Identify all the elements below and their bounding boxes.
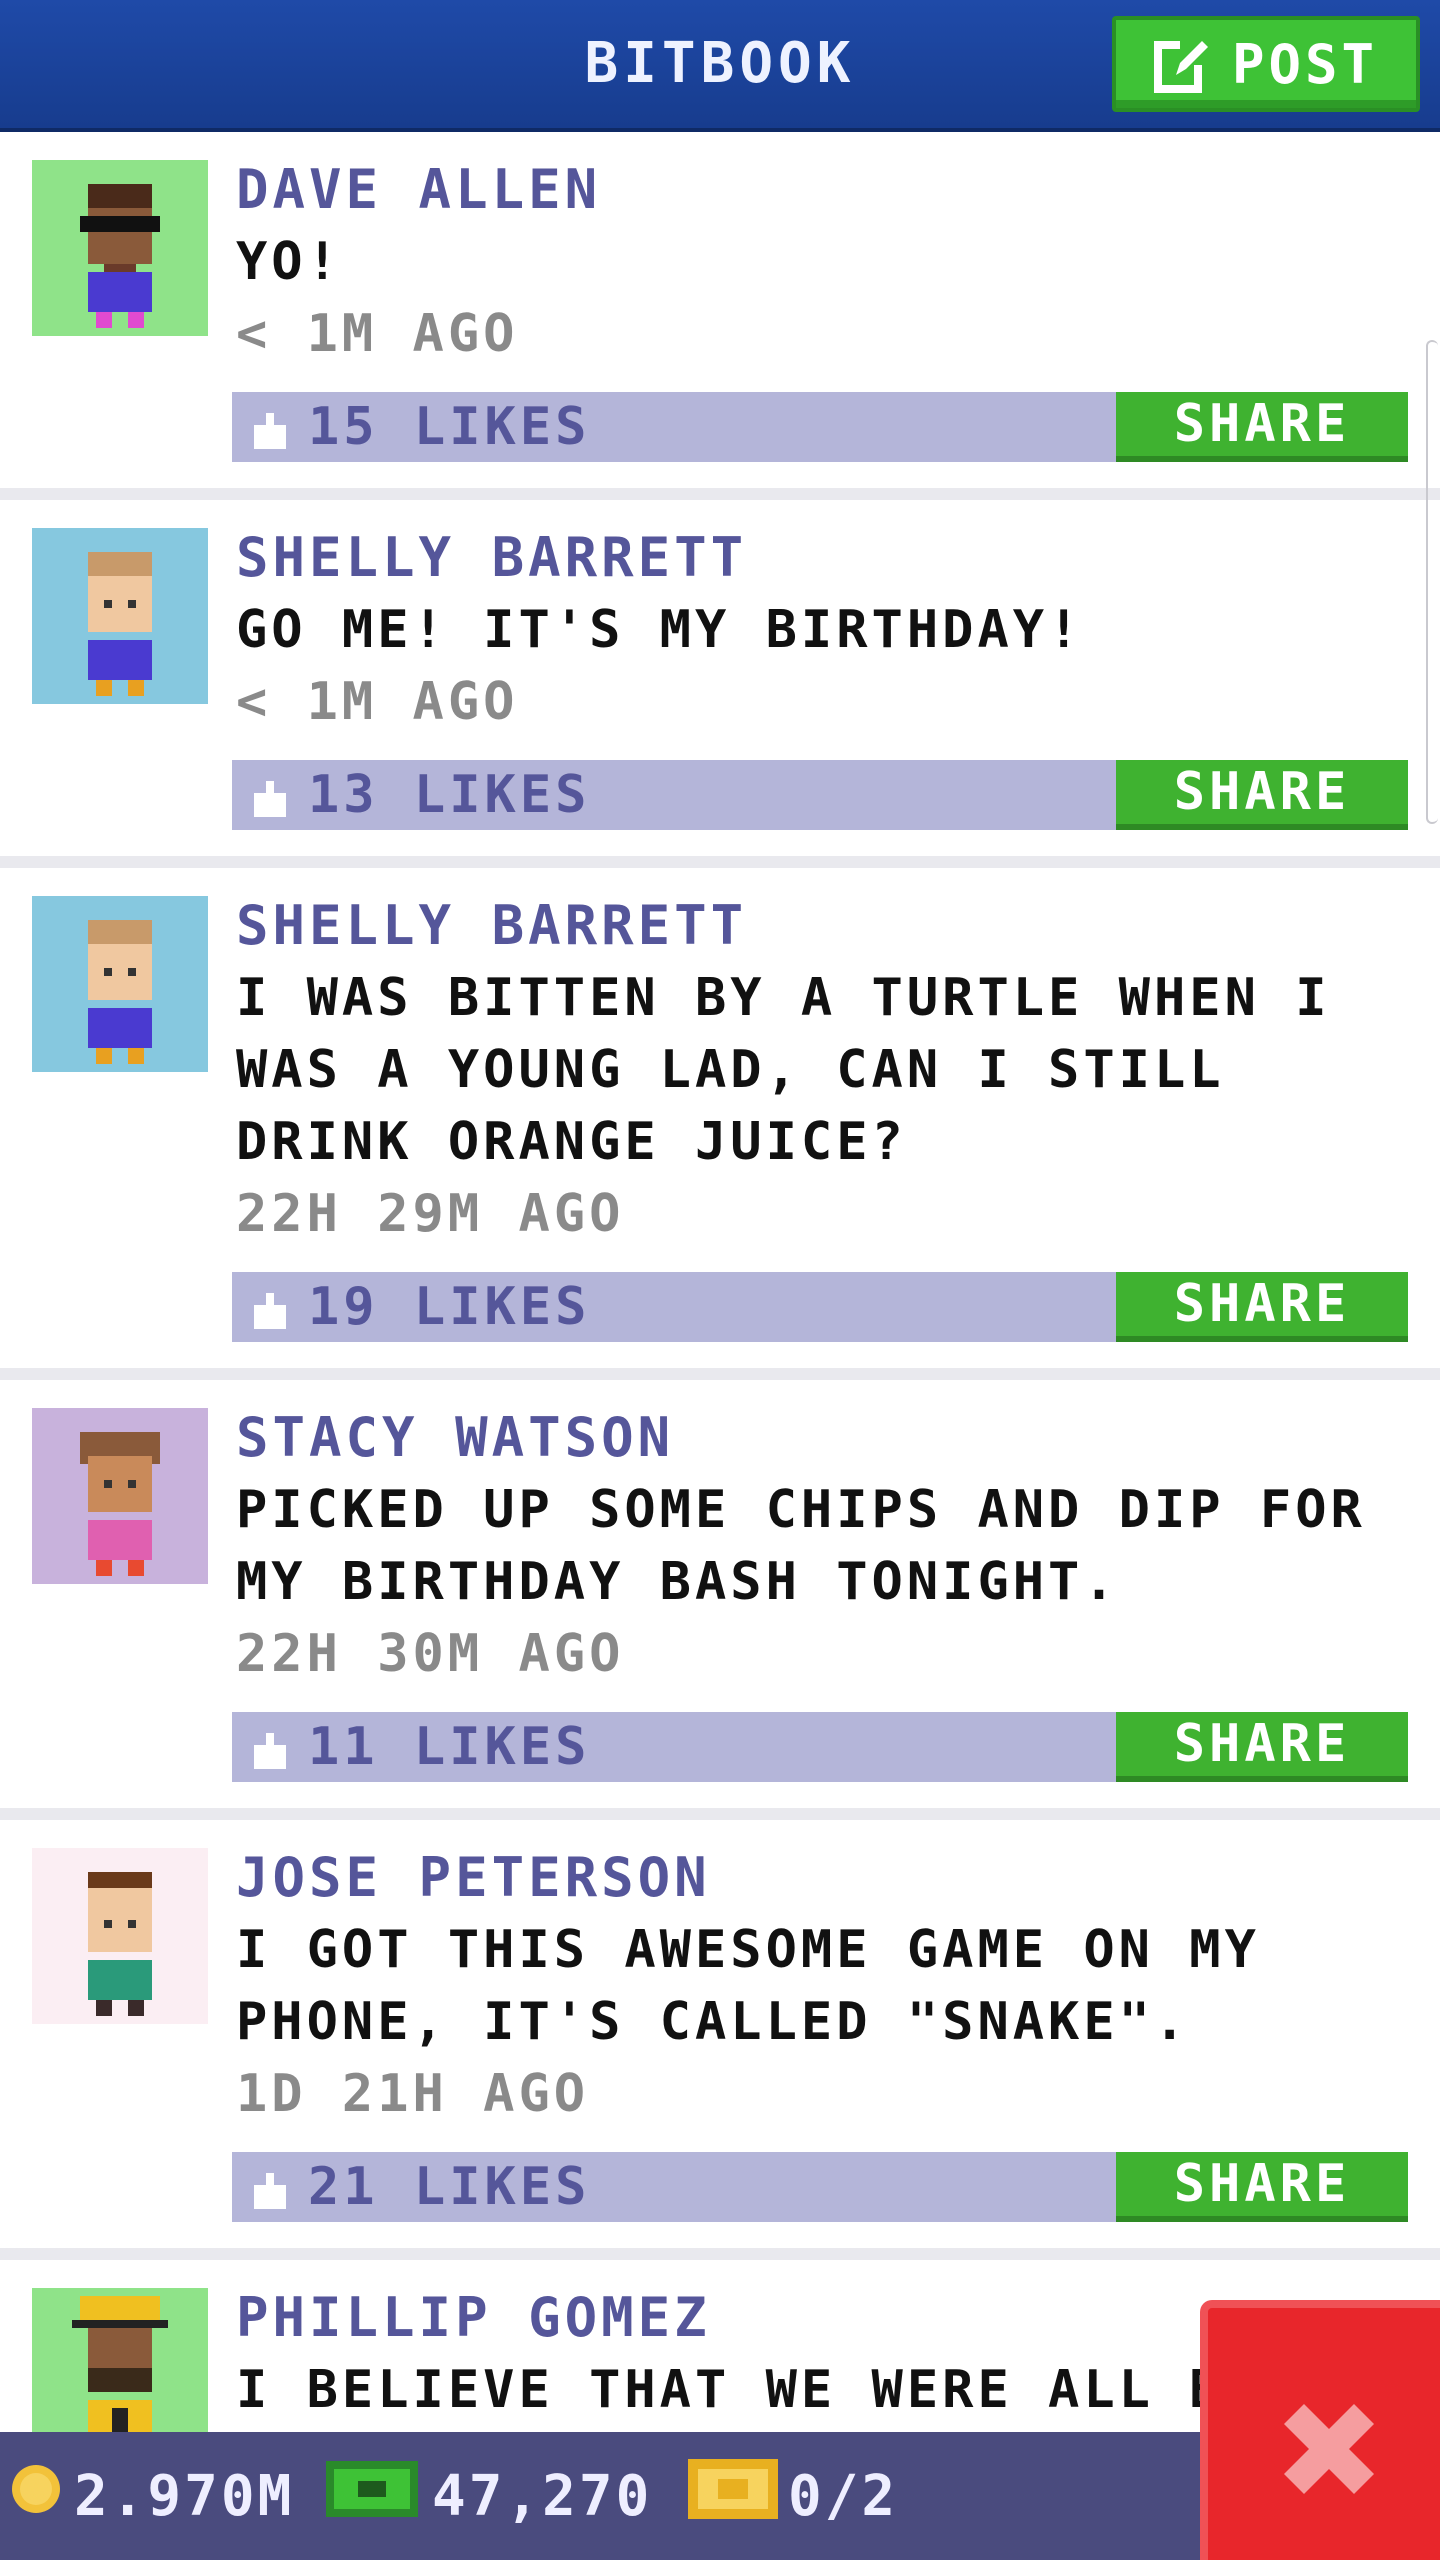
news-feed[interactable]: DAVE ALLEN YO! < 1M AGO 15 LIKES SHARE S… [0, 132, 1440, 2432]
tickets-display: 0/2 [688, 2432, 898, 2560]
like-bar[interactable]: 11 LIKES SHARE [232, 1712, 1408, 1782]
like-count: 13 LIKES [308, 765, 591, 825]
feed-post: SHELLY BARRETT I WAS BITTEN BY A TURTLE … [0, 868, 1440, 1368]
post-button[interactable]: POST [1112, 16, 1420, 112]
thumb-up-icon [250, 1726, 290, 1786]
like-bar[interactable]: 13 LIKES SHARE [232, 760, 1408, 830]
post-time: 22H 30M AGO [236, 1624, 625, 1684]
author-name[interactable]: SHELLY BARRETT [236, 890, 1424, 962]
thumb-up-icon [250, 774, 290, 834]
like-bar[interactable]: 21 LIKES SHARE [232, 2152, 1408, 2222]
app-header: BITBOOK POST [0, 0, 1440, 132]
avatar[interactable] [32, 2288, 208, 2432]
bux-value: 47,270 [432, 2463, 653, 2529]
avatar[interactable] [32, 896, 208, 1072]
feed-post: JOSE PETERSON I GOT THIS AWESOME GAME ON… [0, 1820, 1440, 2248]
post-message: I WAS BITTEN BY A TURTLE WHEN I WAS A YO… [236, 968, 1331, 1172]
post-time: 22H 29M AGO [236, 1184, 625, 1244]
post-time: < 1M AGO [236, 672, 519, 732]
feed-post: SHELLY BARRETT GO ME! IT'S MY BIRTHDAY! … [0, 500, 1440, 856]
author-name[interactable]: DAVE ALLEN [236, 154, 1424, 226]
coins-value: 2.970M [74, 2463, 295, 2529]
share-button[interactable]: SHARE [1116, 1272, 1408, 1342]
post-message: I GOT THIS AWESOME GAME ON MY PHONE, IT'… [236, 1920, 1260, 2052]
bux-display: 47,270 [322, 2432, 652, 2560]
avatar[interactable] [32, 160, 208, 336]
coins-display: 2.970M [8, 2432, 294, 2560]
author-name[interactable]: JOSE PETERSON [236, 1842, 1424, 1914]
avatar[interactable] [32, 1848, 208, 2024]
thumb-up-icon [250, 1286, 290, 1346]
edit-icon [1153, 35, 1212, 93]
share-button[interactable]: SHARE [1116, 392, 1408, 462]
post-message: GO ME! IT'S MY BIRTHDAY! [236, 600, 1084, 660]
like-bar[interactable]: 15 LIKES SHARE [232, 392, 1408, 462]
scrollbar[interactable] [1426, 340, 1438, 824]
share-button[interactable]: SHARE [1116, 760, 1408, 830]
ticket-icon [688, 2459, 778, 2533]
coin-icon [8, 2461, 64, 2531]
like-count: 21 LIKES [308, 2157, 591, 2217]
feed-post: STACY WATSON PICKED UP SOME CHIPS AND DI… [0, 1380, 1440, 1808]
share-button[interactable]: SHARE [1116, 2152, 1408, 2222]
close-button[interactable] [1200, 2300, 1440, 2560]
bux-icon [322, 2457, 422, 2535]
post-message: PICKED UP SOME CHIPS AND DIP FOR MY BIRT… [236, 1480, 1366, 1612]
thumb-up-icon [250, 406, 290, 466]
share-button[interactable]: SHARE [1116, 1712, 1408, 1782]
post-button-label: POST [1231, 32, 1379, 96]
like-bar[interactable]: 19 LIKES SHARE [232, 1272, 1408, 1342]
post-time: 1D 21H AGO [236, 2064, 590, 2124]
close-icon [1284, 2404, 1374, 2494]
thumb-up-icon [250, 2166, 290, 2226]
author-name[interactable]: STACY WATSON [236, 1402, 1424, 1474]
author-name[interactable]: SHELLY BARRETT [236, 522, 1424, 594]
like-count: 15 LIKES [308, 397, 591, 457]
avatar[interactable] [32, 528, 208, 704]
avatar[interactable] [32, 1408, 208, 1584]
post-message: YO! [236, 232, 342, 292]
like-count: 19 LIKES [308, 1277, 591, 1337]
tickets-value: 0/2 [788, 2463, 899, 2529]
like-count: 11 LIKES [308, 1717, 591, 1777]
feed-post: DAVE ALLEN YO! < 1M AGO 15 LIKES SHARE [0, 132, 1440, 488]
post-time: < 1M AGO [236, 304, 519, 364]
